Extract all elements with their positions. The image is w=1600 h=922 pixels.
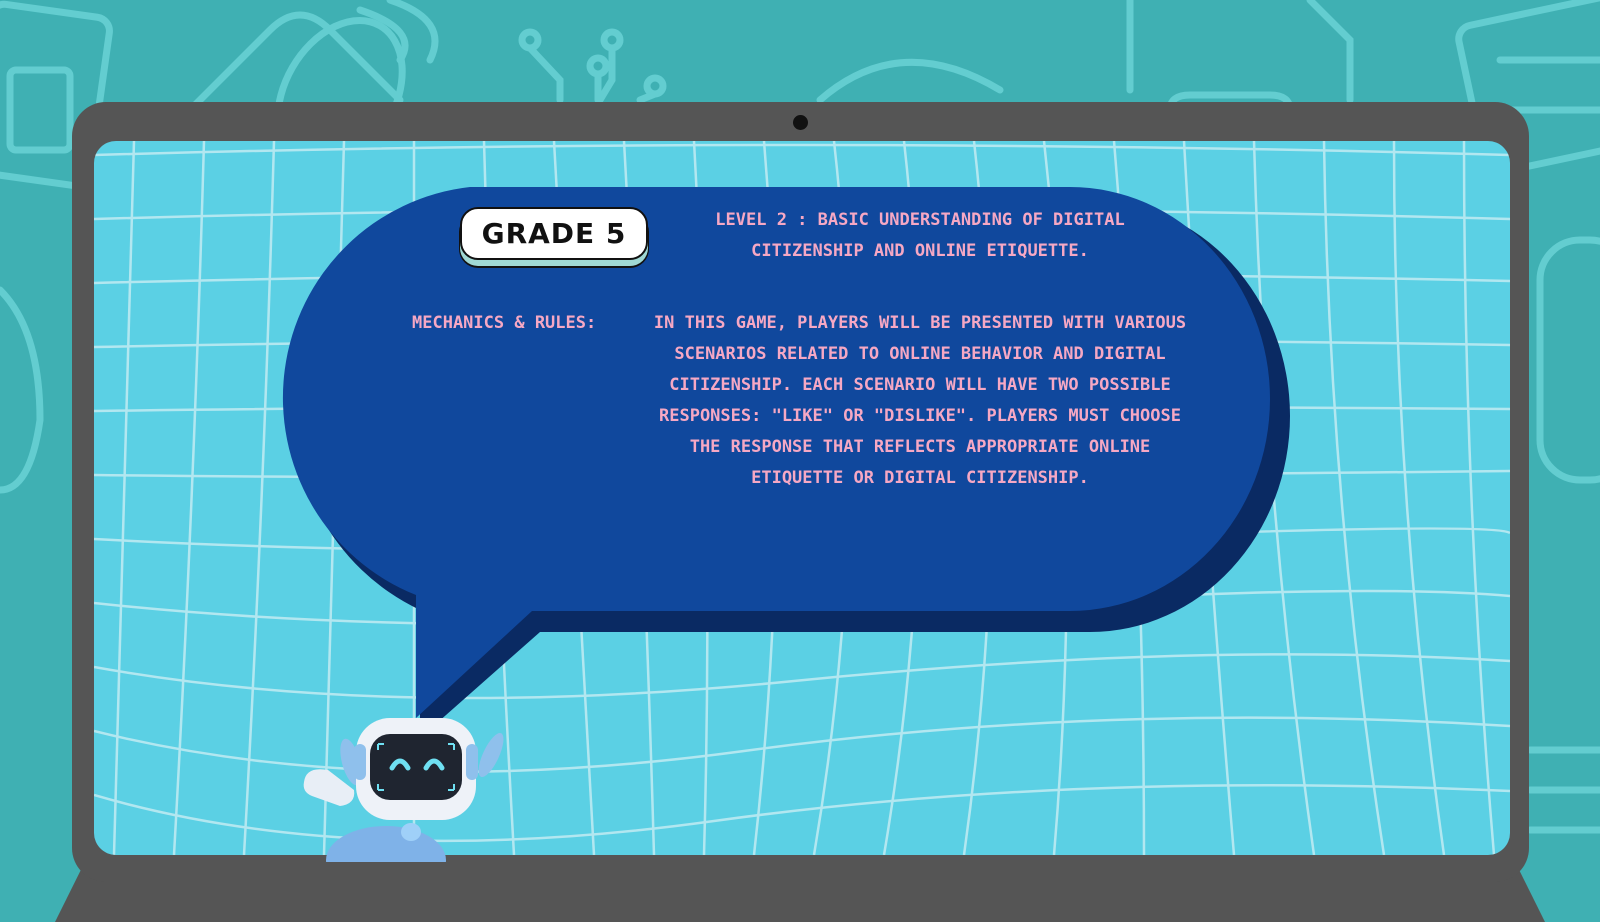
grade-label: GRADE 5 [481,217,627,250]
robot-mascot [303,718,504,862]
grade-badge: GRADE 5 [460,207,648,260]
rules-description: IN THIS GAME, PLAYERS WILL BE PRESENTED … [653,313,1187,488]
mechanics-label: MECHANICS & RULES: [412,313,597,333]
level-title: LEVEL 2 : BASIC UNDERSTANDING OF DIGITAL… [715,210,1125,261]
